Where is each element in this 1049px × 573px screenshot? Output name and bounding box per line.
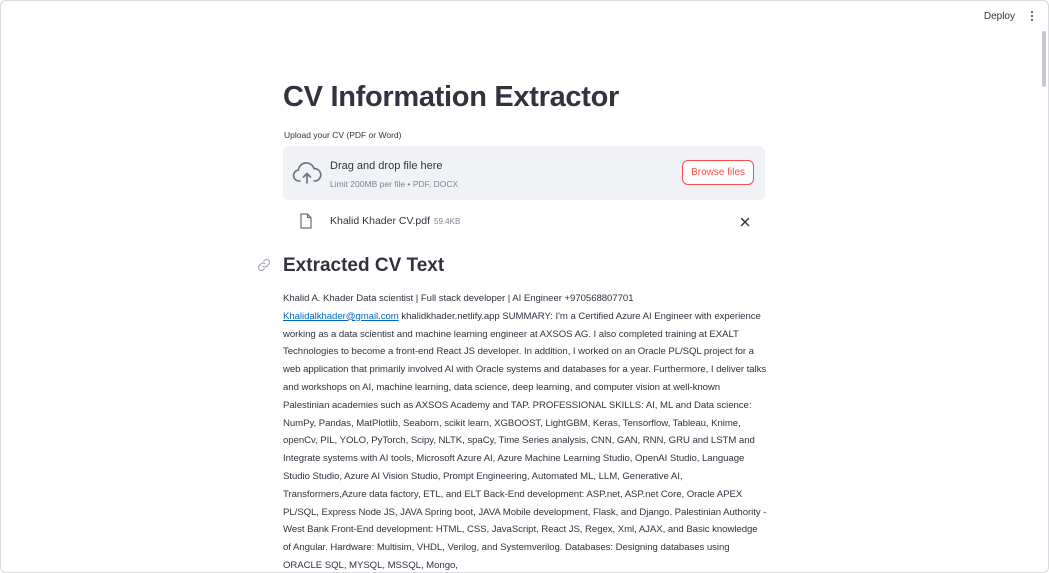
kebab-menu-icon[interactable] bbox=[1028, 9, 1036, 25]
extracted-cv-text: Khalid A. Khader Data scientist | Full s… bbox=[283, 290, 767, 572]
page-title: CV Information Extractor bbox=[283, 81, 620, 113]
file-uploader-label: Upload your CV (PDF or Word) bbox=[284, 130, 402, 140]
email-link[interactable]: Khalidalkhader@gmail.com bbox=[283, 311, 399, 322]
cv-text-body: khalidkhader.netlify.app SUMMARY: I'm a … bbox=[283, 310, 767, 571]
browse-files-button[interactable]: Browse files bbox=[682, 160, 754, 185]
file-size-text: 59.4KB bbox=[434, 217, 461, 226]
file-icon bbox=[300, 213, 312, 229]
app-header: Deploy bbox=[1, 1, 1048, 35]
uploaded-file-item: Khalid Khader CV.pdf 59.4KB bbox=[283, 209, 765, 233]
file-name-text: Khalid Khader CV.pdf bbox=[330, 215, 431, 227]
cv-text-intro: Khalid A. Khader Data scientist | Full s… bbox=[283, 293, 634, 304]
file-dropzone[interactable]: Drag and drop file here Limit 200MB per … bbox=[283, 146, 765, 200]
cloud-upload-icon bbox=[292, 160, 322, 186]
scrollbar[interactable] bbox=[1042, 31, 1046, 87]
app-window: Deploy CV Information Extractor Upload y… bbox=[0, 0, 1049, 573]
dropzone-title: Drag and drop file here bbox=[330, 160, 443, 172]
close-icon[interactable] bbox=[739, 215, 751, 227]
uploaded-file-name: Khalid Khader CV.pdf 59.4KB bbox=[330, 215, 460, 227]
dropzone-limit-text: Limit 200MB per file • PDF, DOCX bbox=[330, 179, 459, 189]
deploy-button[interactable]: Deploy bbox=[984, 11, 1015, 22]
link-icon[interactable] bbox=[257, 258, 271, 272]
extracted-text-heading: Extracted CV Text bbox=[283, 255, 445, 276]
